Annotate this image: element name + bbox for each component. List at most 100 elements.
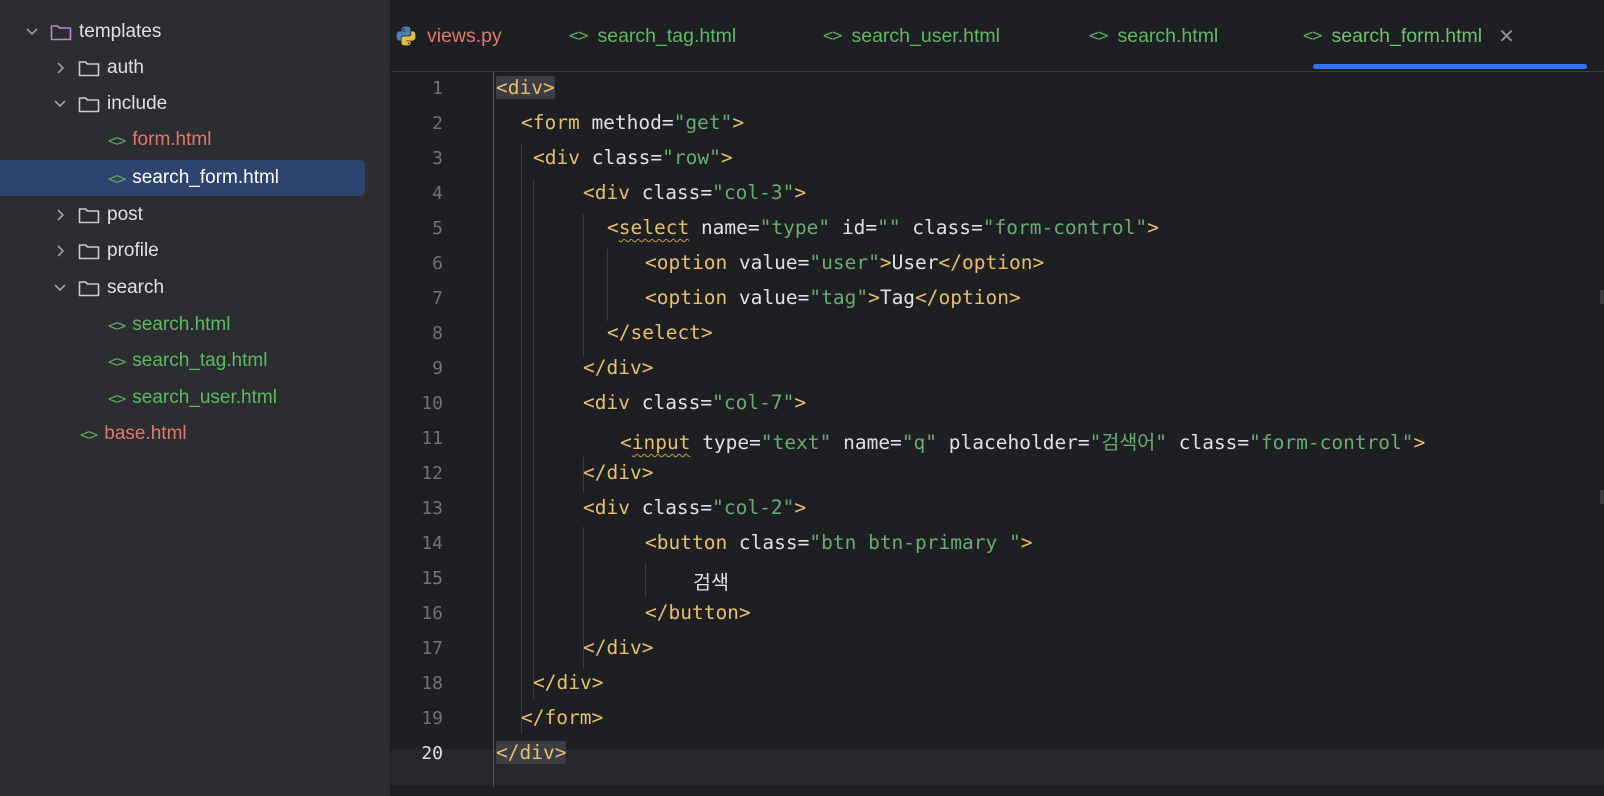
line-number: 5 xyxy=(432,218,443,239)
tree-item-label: form.html xyxy=(132,129,212,150)
folder-icon xyxy=(78,208,100,224)
code-line-1: <div> xyxy=(496,76,555,99)
tree-item-label: search xyxy=(107,277,165,298)
tree-file-search-user-html[interactable]: <> search_user.html xyxy=(108,380,277,416)
tree-item-label: search_form.html xyxy=(132,167,280,188)
code-line-13: <div class="col-2"> xyxy=(583,496,807,519)
html-icon: <> xyxy=(823,26,843,46)
code-line-12: </div> xyxy=(583,461,654,484)
tab-search-user-html[interactable]: <> search_user.html xyxy=(823,0,1000,72)
line-number: 10 xyxy=(421,393,443,414)
indent-guide xyxy=(533,179,534,699)
tab-label: search_user.html xyxy=(851,24,1000,47)
code-line-19: </form> xyxy=(521,706,604,729)
code-line-20: </div> xyxy=(496,741,567,764)
line-number: 15 xyxy=(421,568,443,589)
code-line-2: <form method="get"> xyxy=(521,111,745,134)
folder-icon xyxy=(78,97,100,113)
tab-search-tag-html[interactable]: <> search_tag.html xyxy=(569,0,736,72)
code-line-9: </div> xyxy=(583,356,654,379)
code-line-8: </select> xyxy=(607,321,713,344)
line-number-current: 20 xyxy=(421,743,443,764)
line-number: 19 xyxy=(421,708,443,729)
tree-folder-include[interactable]: include xyxy=(50,86,167,122)
line-number: 8 xyxy=(432,323,443,344)
html-file-icon: <> xyxy=(108,351,126,371)
tree-item-label: search_user.html xyxy=(132,387,277,408)
line-number: 16 xyxy=(421,603,443,624)
current-line-highlight xyxy=(391,749,1604,785)
indent-guide xyxy=(521,144,522,734)
html-icon: <> xyxy=(1089,26,1109,46)
line-number: 6 xyxy=(432,253,443,274)
tree-file-form-html[interactable]: <> form.html xyxy=(108,122,211,158)
tree-folder-auth[interactable]: auth xyxy=(50,50,144,86)
tree-file-search-tag-html[interactable]: <> search_tag.html xyxy=(108,343,267,379)
html-file-icon: <> xyxy=(108,315,126,335)
line-number: 7 xyxy=(432,288,443,309)
code-line-6: <option value="user">User</option> xyxy=(645,251,1045,274)
tab-label: search_tag.html xyxy=(597,24,737,47)
line-number: 2 xyxy=(432,113,443,134)
code-line-14: <button class="btn btn-primary "> xyxy=(645,531,1033,554)
tab-label: views.py xyxy=(427,24,502,47)
tree-item-label: include xyxy=(107,93,168,114)
tab-label: search.html xyxy=(1117,24,1219,47)
folder-icon xyxy=(78,61,100,77)
code-line-16: </button> xyxy=(645,601,751,624)
line-number: 17 xyxy=(421,638,443,659)
line-number: 3 xyxy=(432,148,443,169)
tab-views-py[interactable]: views.py xyxy=(395,0,502,72)
line-number: 14 xyxy=(421,533,443,554)
code-area[interactable]: 1 2 3 4 5 6 7 8 9 10 11 12 13 14 15 16 1… xyxy=(391,72,1604,796)
tab-search-html[interactable]: <> search.html xyxy=(1089,0,1218,72)
html-file-icon: <> xyxy=(108,168,126,188)
chevron-right-icon[interactable] xyxy=(50,205,70,225)
chevron-right-icon[interactable] xyxy=(50,241,70,261)
code-line-7: <option value="tag">Tag</option> xyxy=(645,286,1021,309)
line-number: 13 xyxy=(421,498,443,519)
scrollbar-marker xyxy=(1600,290,1604,304)
project-tree: templates auth include <> form.html <> s… xyxy=(0,0,390,796)
folder-icon xyxy=(78,244,100,260)
tree-file-search-html[interactable]: <> search.html xyxy=(108,307,230,343)
chevron-down-icon[interactable] xyxy=(22,22,42,42)
tree-folder-templates[interactable]: templates xyxy=(22,14,161,50)
tree-file-search-form-html[interactable]: <> search_form.html xyxy=(0,160,365,196)
close-icon[interactable]: ✕ xyxy=(1498,24,1515,49)
html-file-icon: <> xyxy=(108,130,126,150)
tree-item-label: auth xyxy=(107,57,144,78)
line-number: 1 xyxy=(432,78,443,99)
editor: views.py <> search_tag.html <> search_us… xyxy=(390,0,1604,796)
code-line-17: </div> xyxy=(583,636,654,659)
scrollbar-marker xyxy=(1600,490,1604,504)
tree-folder-profile[interactable]: profile xyxy=(50,233,159,269)
tab-search-form-html[interactable]: <> search_form.html ✕ xyxy=(1303,0,1515,72)
tree-folder-post[interactable]: post xyxy=(50,197,143,233)
chevron-down-icon[interactable] xyxy=(50,278,70,298)
line-number: 9 xyxy=(432,358,443,379)
indent-guide xyxy=(607,249,608,321)
html-icon: <> xyxy=(1303,26,1323,46)
folder-icon xyxy=(50,25,72,41)
indent-guide xyxy=(645,562,646,598)
code-line-11: <input type="text" name="q" placeholder=… xyxy=(620,431,1426,454)
code-line-3: <div class="row"> xyxy=(533,146,733,169)
chevron-down-icon[interactable] xyxy=(50,94,70,114)
html-icon: <> xyxy=(569,26,589,46)
tree-item-label: post xyxy=(107,204,143,225)
line-number: 4 xyxy=(432,183,443,204)
folder-icon xyxy=(78,281,100,297)
python-icon xyxy=(396,26,416,46)
line-number: 18 xyxy=(421,673,443,694)
chevron-right-icon[interactable] xyxy=(50,58,70,78)
tree-file-base-html[interactable]: <> base.html xyxy=(80,416,187,452)
html-file-icon: <> xyxy=(80,424,98,444)
tab-label: search_form.html xyxy=(1331,24,1483,47)
tree-folder-search[interactable]: search xyxy=(50,270,164,306)
html-file-icon: <> xyxy=(108,388,126,408)
tree-item-label: search_tag.html xyxy=(132,350,268,371)
code-line-15: 검색 xyxy=(693,571,729,594)
code-line-10: <div class="col-7"> xyxy=(583,391,807,414)
line-number: 11 xyxy=(421,428,443,449)
